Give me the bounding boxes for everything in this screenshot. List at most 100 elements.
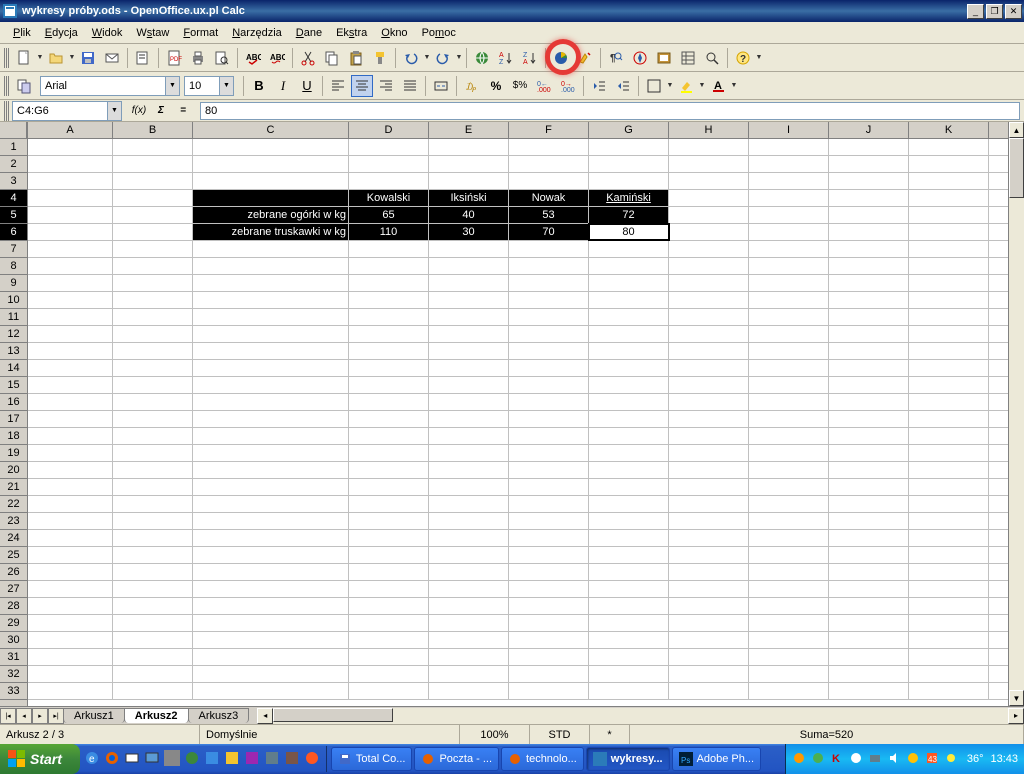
cell-H14[interactable] [669,360,749,376]
cell-J2[interactable] [829,156,909,172]
cell-I26[interactable] [749,564,829,580]
cell-A20[interactable] [28,462,113,478]
cell-J13[interactable] [829,343,909,359]
cell-J16[interactable] [829,394,909,410]
cell-D7[interactable] [349,241,429,257]
cell-H33[interactable] [669,683,749,699]
cell-I20[interactable] [749,462,829,478]
cell-B13[interactable] [113,343,193,359]
row-header[interactable]: 19 [0,445,27,462]
cell-C32[interactable] [193,666,349,682]
cell-G19[interactable] [589,445,669,461]
tab-first-button[interactable]: |◂ [0,708,16,724]
row-header[interactable]: 9 [0,275,27,292]
cell-I13[interactable] [749,343,829,359]
cell-F14[interactable] [509,360,589,376]
ql-firefox-icon[interactable] [104,750,122,768]
cell-J8[interactable] [829,258,909,274]
cell-J12[interactable] [829,326,909,342]
cell-K32[interactable] [909,666,989,682]
row-header[interactable]: 22 [0,496,27,513]
cell-B8[interactable] [113,258,193,274]
cell-A25[interactable] [28,547,113,563]
cell-J18[interactable] [829,428,909,444]
ql-ie-icon[interactable]: e [84,750,102,768]
cell-K26[interactable] [909,564,989,580]
cell-F26[interactable] [509,564,589,580]
cell-J31[interactable] [829,649,909,665]
delete-decimal-button[interactable]: 0→.000 [557,75,579,97]
cell-H12[interactable] [669,326,749,342]
cell-C30[interactable] [193,632,349,648]
cell-C17[interactable] [193,411,349,427]
cell-A13[interactable] [28,343,113,359]
cell-J6[interactable] [829,224,909,240]
cell-E6[interactable]: 30 [429,224,509,240]
cell-H5[interactable] [669,207,749,223]
cell-H20[interactable] [669,462,749,478]
col-header[interactable]: F [509,122,589,138]
sheet-tab-3[interactable]: Arkusz3 [188,708,250,723]
cell-D10[interactable] [349,292,429,308]
cell-A18[interactable] [28,428,113,444]
row-header[interactable]: 8 [0,258,27,275]
cell-I1[interactable] [749,139,829,155]
find-button[interactable]: ¶ [605,47,627,69]
cell-A33[interactable] [28,683,113,699]
cell-G12[interactable] [589,326,669,342]
cell-J30[interactable] [829,632,909,648]
cell-A30[interactable] [28,632,113,648]
align-center-button[interactable] [351,75,373,97]
tray-volume-icon[interactable] [887,751,903,767]
cell-K18[interactable] [909,428,989,444]
cell-J9[interactable] [829,275,909,291]
cell-J32[interactable] [829,666,909,682]
cell-F8[interactable] [509,258,589,274]
tray-icon[interactable] [868,751,884,767]
cell-H26[interactable] [669,564,749,580]
cell-D30[interactable] [349,632,429,648]
decrease-indent-button[interactable] [588,75,610,97]
cell-G28[interactable] [589,598,669,614]
cell-K24[interactable] [909,530,989,546]
align-right-button[interactable] [375,75,397,97]
cell-C13[interactable] [193,343,349,359]
cell-D14[interactable] [349,360,429,376]
cell-A2[interactable] [28,156,113,172]
cell-K5[interactable] [909,207,989,223]
tray-icon[interactable] [849,751,865,767]
cell-E19[interactable] [429,445,509,461]
cell-F10[interactable] [509,292,589,308]
cell-F27[interactable] [509,581,589,597]
cell-D13[interactable] [349,343,429,359]
cell-C20[interactable] [193,462,349,478]
sort-desc-button[interactable]: ZA [519,47,541,69]
hyperlink-button[interactable] [471,47,493,69]
cell-D25[interactable] [349,547,429,563]
cell-G14[interactable] [589,360,669,376]
cell-D24[interactable] [349,530,429,546]
cell-B23[interactable] [113,513,193,529]
cell-F31[interactable] [509,649,589,665]
cell-G20[interactable] [589,462,669,478]
cell-A1[interactable] [28,139,113,155]
cell-C22[interactable] [193,496,349,512]
cell-E4[interactable]: Iksiński [429,190,509,206]
cell-K2[interactable] [909,156,989,172]
increase-indent-button[interactable] [612,75,634,97]
cell-E1[interactable] [429,139,509,155]
cell-I10[interactable] [749,292,829,308]
task-button[interactable]: Poczta - ... [414,747,499,771]
cell-H8[interactable] [669,258,749,274]
cell-G5[interactable]: 72 [589,207,669,223]
cell-F29[interactable] [509,615,589,631]
cell-K10[interactable] [909,292,989,308]
cell-C5[interactable]: zebrane ogórki w kg [193,207,349,223]
cell-I28[interactable] [749,598,829,614]
cell-I6[interactable] [749,224,829,240]
underline-button[interactable]: U [296,75,318,97]
cell-G7[interactable] [589,241,669,257]
col-header[interactable]: E [429,122,509,138]
cell-I2[interactable] [749,156,829,172]
formula-input[interactable] [200,102,1020,120]
